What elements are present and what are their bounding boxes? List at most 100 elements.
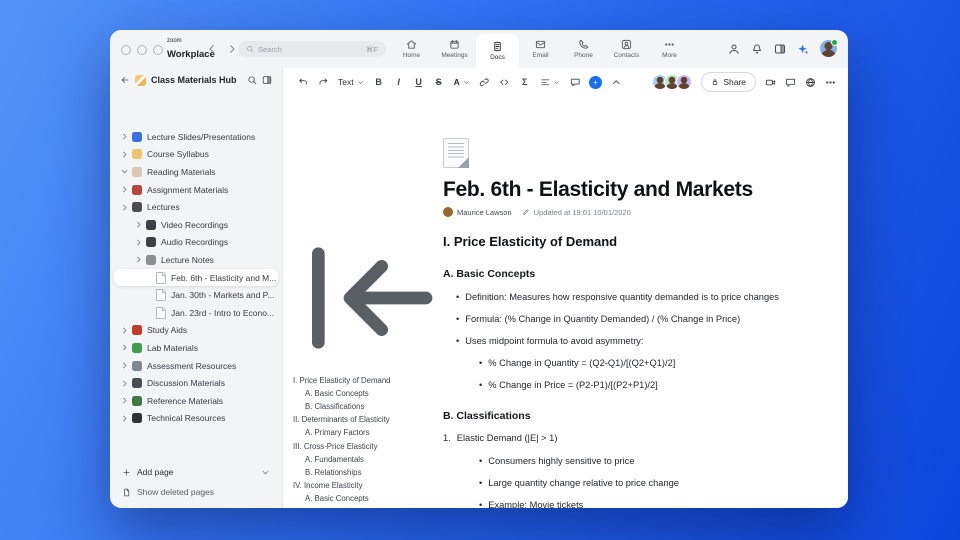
tree-folder-item[interactable]: Video Recordings — [110, 216, 282, 234]
link-button[interactable] — [477, 74, 493, 90]
chevron-right-icon[interactable] — [120, 414, 129, 423]
share-button[interactable]: Share — [701, 72, 756, 92]
format-toolbar: Text B I U S A Σ — [295, 74, 624, 90]
chevron-right-icon[interactable] — [120, 203, 129, 212]
nav-back-icon[interactable] — [206, 43, 218, 55]
strikethrough-button[interactable]: S — [431, 74, 447, 90]
toc-item[interactable]: I. Price Elasticity of Demand — [293, 374, 445, 387]
tree-folder-item[interactable]: Reading Materials — [110, 163, 282, 181]
minimize-window-button[interactable] — [137, 45, 147, 55]
side-panel-icon[interactable] — [774, 43, 786, 55]
tab-contacts[interactable]: Contacts — [605, 30, 648, 68]
toc-item[interactable]: A. Basic Concepts — [293, 492, 445, 505]
collapse-toolbar-button[interactable] — [608, 74, 624, 90]
tree-page-item[interactable]: Feb. 6th - Elasticity and M... — [114, 268, 278, 287]
toc-item[interactable]: IV. Income Elasticity — [293, 479, 445, 492]
video-camera-icon[interactable] — [765, 77, 776, 88]
tree-folder-item[interactable]: Study Aids — [110, 322, 282, 340]
collaborator-avatars[interactable] — [652, 74, 693, 90]
bold-button[interactable]: B — [371, 74, 387, 90]
sidebar-search-icon[interactable] — [247, 75, 257, 85]
chevron-right-icon[interactable] — [120, 379, 129, 388]
chevron-right-icon[interactable] — [120, 361, 129, 370]
redo-button[interactable] — [315, 74, 331, 90]
tab-home[interactable]: Home — [390, 30, 433, 68]
add-page-button[interactable]: Add page — [110, 462, 282, 482]
toc-item[interactable]: II. Determinants of Elasticity — [293, 413, 445, 426]
show-deleted-pages-button[interactable]: Show deleted pages — [110, 482, 282, 502]
tree-folder-item[interactable]: Lecture Slides/Presentations — [110, 128, 282, 146]
tab-email[interactable]: Email — [519, 30, 562, 68]
plus-icon — [122, 468, 131, 477]
chevron-right-icon[interactable] — [134, 220, 143, 229]
toc-item[interactable]: B. Classifications — [293, 400, 445, 413]
tree-folder-item[interactable]: Assignment Materials — [110, 181, 282, 199]
document-body[interactable]: I. Price Elasticity of Demand A. Basic Co… — [443, 234, 788, 508]
tree-folder-item[interactable]: Lecture Notes — [110, 251, 282, 269]
more-options-icon[interactable] — [825, 77, 836, 88]
tree-folder-item[interactable]: Lab Materials — [110, 339, 282, 357]
window-controls[interactable] — [121, 45, 163, 55]
close-window-button[interactable] — [121, 45, 131, 55]
tree-folder-item[interactable]: Lectures — [110, 198, 282, 216]
toc-item[interactable]: B. Relationships — [293, 466, 445, 479]
insert-button[interactable] — [589, 75, 603, 89]
text-color-dropdown[interactable]: A — [451, 74, 473, 90]
tree-folder-item[interactable]: Assessment Resources — [110, 357, 282, 375]
formula-button[interactable]: Σ — [517, 74, 533, 90]
toc-item[interactable]: A. Primary Factors — [293, 426, 445, 439]
undo-button[interactable] — [295, 74, 311, 90]
tree-item-label: Lectures — [147, 202, 180, 213]
chat-icon[interactable] — [785, 77, 796, 88]
chevron-right-icon[interactable] — [120, 150, 129, 159]
back-arrow-icon[interactable] — [120, 75, 130, 85]
profile-icon[interactable] — [728, 43, 740, 55]
globe-icon[interactable] — [805, 77, 816, 88]
chevron-right-icon[interactable] — [120, 132, 129, 141]
tree-folder-item[interactable]: Technical Resources — [110, 410, 282, 428]
tab-meetings[interactable]: Meetings — [433, 30, 476, 68]
toc-item[interactable]: A. Basic Concepts — [293, 387, 445, 400]
comment-button[interactable] — [567, 74, 583, 90]
chevron-right-icon[interactable] — [120, 326, 129, 335]
tree-folder-item[interactable]: Course Syllabus — [110, 146, 282, 164]
chevron-right-icon[interactable] — [120, 343, 129, 352]
tab-phone[interactable]: Phone — [562, 30, 605, 68]
tree-folder-item[interactable]: Discussion Materials — [110, 374, 282, 392]
collaborator-avatar[interactable] — [676, 74, 693, 90]
tree-folder-item[interactable]: Audio Recordings — [110, 234, 282, 252]
toc-item[interactable]: III. Cross-Price Elasticity — [293, 439, 445, 452]
sidebar-collapse-icon[interactable] — [262, 75, 272, 85]
tab-label: Home — [402, 52, 421, 60]
chevron-down-icon[interactable] — [120, 167, 129, 176]
add-page-chevron-icon[interactable] — [261, 468, 270, 477]
bell-icon[interactable] — [751, 43, 763, 55]
chevron-right-icon[interactable] — [120, 396, 129, 405]
tree-page-item[interactable]: Jan. 23rd - Intro to Econo... — [110, 304, 282, 322]
folder-color-icon — [132, 378, 142, 389]
tree-folder-item[interactable]: Reference Materials — [110, 392, 282, 410]
chevron-right-icon[interactable] — [120, 185, 129, 194]
tree-page-item[interactable]: Jan. 30th - Markets and P... — [110, 286, 282, 304]
toc-item[interactable]: B. Categories — [293, 505, 445, 508]
chevron-right-icon[interactable] — [134, 238, 143, 247]
user-avatar[interactable] — [820, 39, 838, 57]
toc-collapse-icon[interactable] — [293, 222, 445, 374]
underline-button[interactable]: U — [411, 74, 427, 90]
contacts-icon — [621, 39, 632, 50]
global-search-input[interactable]: Search ⌘F — [238, 41, 386, 57]
text-style-dropdown[interactable]: Text — [335, 74, 367, 90]
align-dropdown[interactable] — [537, 74, 564, 90]
ai-companion-icon[interactable] — [797, 43, 809, 55]
doc-list-item: 1. Elastic Demand (|E| > 1) — [443, 433, 788, 444]
document-title[interactable]: Feb. 6th - Elasticity and Markets — [443, 178, 788, 202]
code-button[interactable] — [497, 74, 513, 90]
maximize-window-button[interactable] — [153, 45, 163, 55]
document[interactable]: Feb. 6th - Elasticity and Markets Mauric… — [443, 138, 788, 508]
tab-docs[interactable]: Docs — [476, 34, 519, 68]
nav-forward-icon[interactable] — [226, 43, 238, 55]
toc-item[interactable]: A. Fundamentals — [293, 453, 445, 466]
italic-button[interactable]: I — [391, 74, 407, 90]
tab-more[interactable]: More — [648, 30, 691, 68]
chevron-right-icon[interactable] — [134, 255, 143, 264]
